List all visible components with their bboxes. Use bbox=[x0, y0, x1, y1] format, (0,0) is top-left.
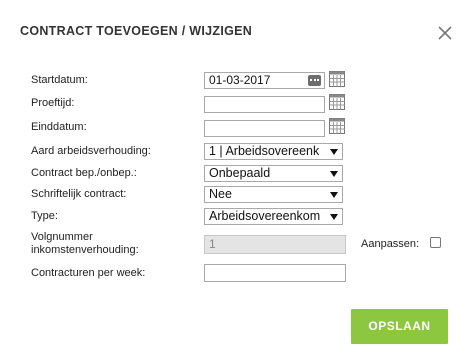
type-select[interactable]: Arbeidsovereenkom bbox=[204, 208, 343, 225]
contract-bepaald-value: Onbepaald bbox=[209, 166, 271, 180]
type-value: Arbeidsovereenkom bbox=[209, 209, 321, 223]
volgnummer-label-line2: inkomstenverhouding: bbox=[31, 244, 139, 256]
contract-bepaald-label: Contract bep./onbep.: bbox=[31, 167, 137, 179]
volgnummer-label-line1: Volgnummer bbox=[31, 231, 93, 243]
contract-dialog: CONTRACT TOEVOEGEN / WIJZIGEN Startdatum… bbox=[0, 0, 467, 358]
aard-select[interactable]: 1 | Arbeidsovereenk bbox=[204, 143, 343, 160]
chevron-down-icon bbox=[330, 149, 338, 155]
chevron-down-icon bbox=[330, 192, 338, 198]
calendar-icon[interactable] bbox=[329, 71, 345, 87]
einddatum-input[interactable] bbox=[204, 120, 325, 137]
save-button[interactable]: OPSLAAN bbox=[351, 309, 448, 344]
aanpassen-label: Aanpassen: bbox=[361, 238, 420, 250]
chevron-down-icon bbox=[330, 214, 338, 220]
volgnummer-label: Volgnummer inkomstenverhouding: bbox=[31, 231, 139, 257]
einddatum-label: Einddatum: bbox=[31, 121, 87, 133]
contracturen-label: Contracturen per week: bbox=[31, 267, 146, 279]
type-label: Type: bbox=[31, 210, 58, 222]
calendar-icon[interactable] bbox=[329, 118, 345, 134]
schriftelijk-value: Nee bbox=[209, 187, 232, 201]
startdatum-label: Startdatum: bbox=[31, 74, 88, 86]
startdatum-input[interactable]: 01-03-2017 bbox=[204, 72, 325, 89]
close-icon[interactable] bbox=[436, 24, 454, 42]
schriftelijk-label: Schriftelijk contract: bbox=[31, 188, 127, 200]
contracturen-input[interactable] bbox=[204, 264, 346, 282]
proeftijd-input[interactable] bbox=[204, 96, 325, 113]
aard-label: Aard arbeidsverhouding: bbox=[31, 145, 151, 157]
schriftelijk-select[interactable]: Nee bbox=[204, 186, 343, 203]
contract-bepaald-select[interactable]: Onbepaald bbox=[204, 165, 343, 182]
proeftijd-label: Proeftijd: bbox=[31, 97, 75, 109]
aanpassen-checkbox[interactable] bbox=[430, 237, 441, 248]
aard-select-value: 1 | Arbeidsovereenk bbox=[209, 144, 320, 158]
volgnummer-input: 1 bbox=[204, 235, 346, 254]
dialog-title: CONTRACT TOEVOEGEN / WIJZIGEN bbox=[20, 24, 253, 38]
chevron-down-icon bbox=[330, 171, 338, 177]
ellipsis-icon[interactable] bbox=[308, 75, 321, 86]
calendar-icon[interactable] bbox=[329, 94, 345, 110]
